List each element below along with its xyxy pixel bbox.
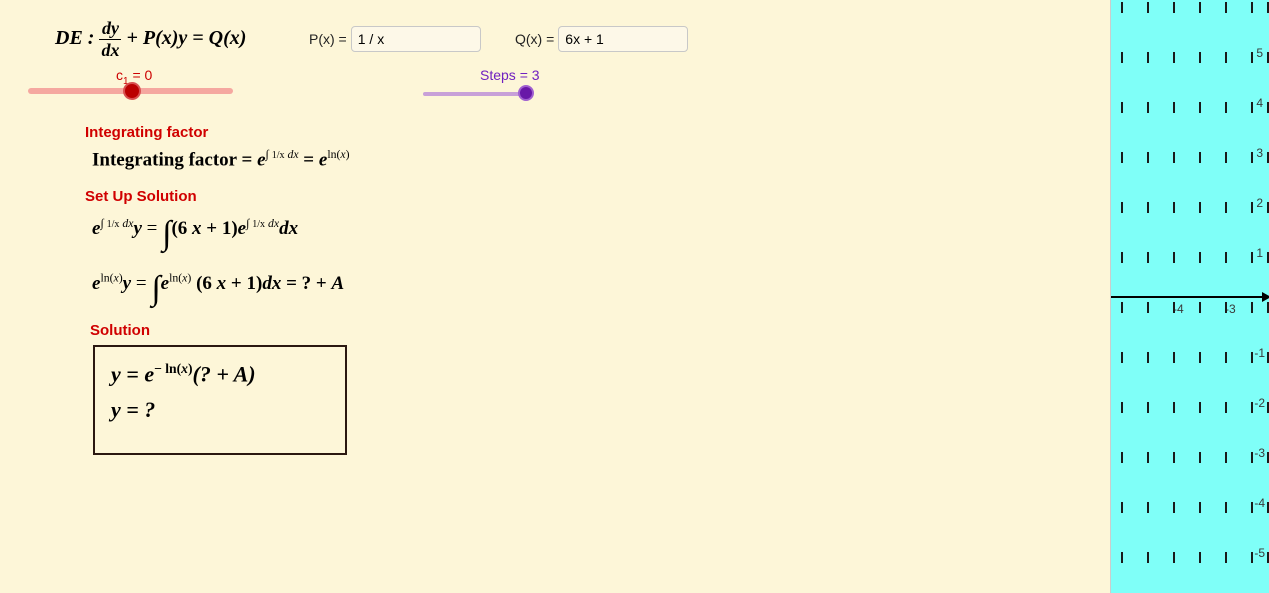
heading-setup: Set Up Solution [85, 188, 197, 205]
qx-input-group: Q(x) = [515, 26, 688, 52]
ytick-2: 2 [1256, 196, 1263, 210]
ytick-m1: -1 [1254, 346, 1265, 360]
ytick-4: 4 [1256, 96, 1263, 110]
graph-panel[interactable]: -4 -3 5 4 3 2 1 -1 -2 -3 -4 -5 [1110, 0, 1269, 593]
setup-eq-1: e∫ 1/x dxy = ∫(6 x + 1)e∫ 1/x dxdx [92, 215, 298, 253]
de-equation: DE : dydx + P(x)y = Q(x) [55, 18, 246, 61]
steps-slider-label: Steps = 3 [480, 67, 540, 83]
solution-line-1: y = e− ln(x)(? + A) [111, 361, 329, 387]
setup-eq-2: eln(x)y = ∫eln(x) (6 x + 1)dx = ? + A [92, 270, 344, 308]
ytick-3: 3 [1256, 146, 1263, 160]
heading-solution: Solution [90, 322, 150, 339]
ytick-m3: -3 [1254, 446, 1265, 460]
steps-slider-track[interactable] [423, 92, 528, 96]
heading-integrating-factor: Integrating factor [85, 124, 208, 141]
integrating-factor-eq: Integrating factor = e∫ 1/x dx = eln(x) [92, 148, 350, 171]
qx-input[interactable] [558, 26, 688, 52]
ytick-m5: -5 [1254, 546, 1265, 560]
workspace-panel: DE : dydx + P(x)y = Q(x) P(x) = Q(x) = c… [0, 0, 1110, 593]
ytick-1: 1 [1256, 246, 1263, 260]
steps-slider-handle[interactable] [518, 85, 534, 101]
ytick-m2: -2 [1254, 396, 1265, 410]
px-input-group: P(x) = [309, 26, 481, 52]
solution-box: y = e− ln(x)(? + A) y = ? [93, 345, 347, 455]
px-input[interactable] [351, 26, 481, 52]
ytick-5: 5 [1256, 46, 1263, 60]
qx-label: Q(x) = [515, 31, 554, 47]
c1-slider-handle[interactable] [123, 82, 141, 100]
ytick-m4: -4 [1254, 496, 1265, 510]
solution-line-2: y = ? [111, 397, 329, 423]
px-label: P(x) = [309, 31, 347, 47]
x-axis [1111, 296, 1269, 298]
